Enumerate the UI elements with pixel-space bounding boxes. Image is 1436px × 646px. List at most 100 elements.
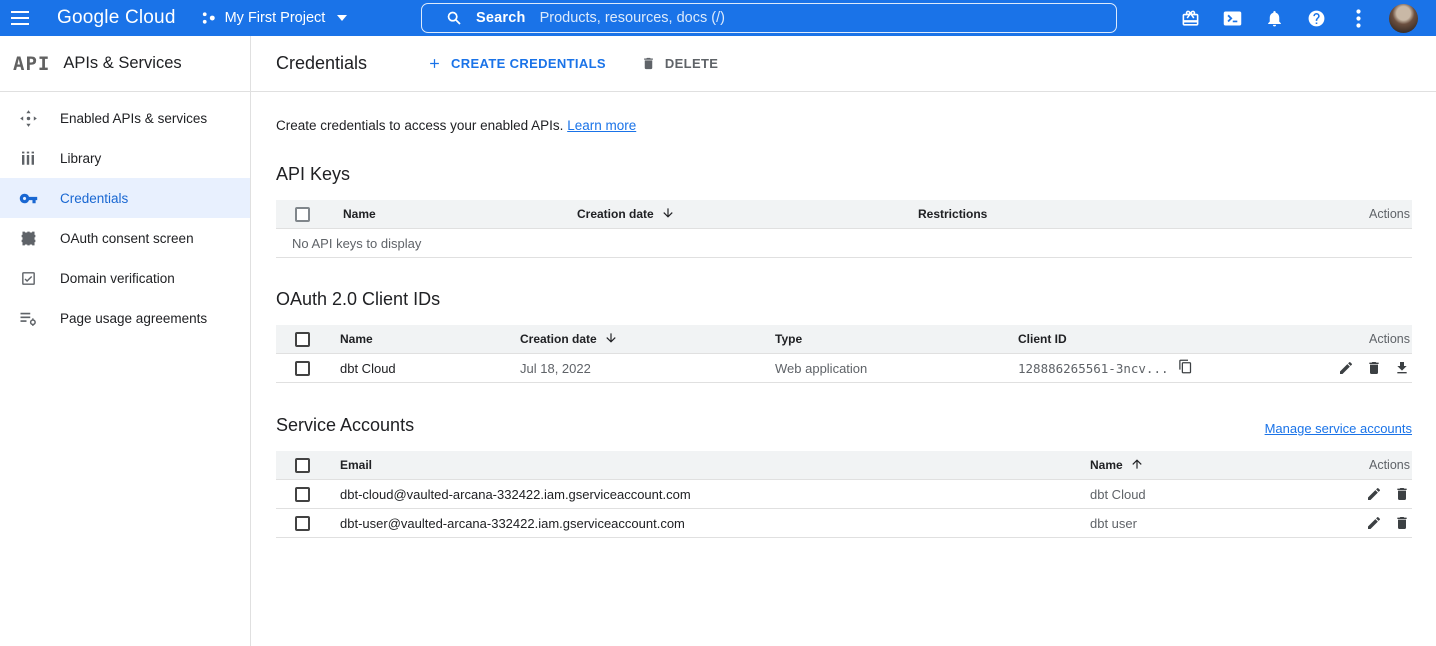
service-account-email[interactable]: dbt-user@vaulted-arcana-332422.iam.gserv… <box>340 516 1090 531</box>
delete-button[interactable]: DELETE <box>641 56 718 71</box>
main-area: Credentials CREATE CREDENTIALS DELETE Cr… <box>251 36 1436 646</box>
gift-icon[interactable] <box>1179 7 1201 29</box>
select-all-checkbox[interactable] <box>295 458 310 473</box>
column-header-actions: Actions <box>1332 207 1412 221</box>
column-header-actions: Actions <box>1320 332 1412 346</box>
create-credentials-button[interactable]: CREATE CREDENTIALS <box>427 56 606 71</box>
column-header-name[interactable]: Name <box>1090 457 1320 474</box>
logo-text: Google Cloud <box>57 7 176 28</box>
row-checkbox[interactable] <box>295 487 310 502</box>
sidebar-item-page-usage-agreements[interactable]: Page usage agreements <box>0 298 250 338</box>
column-header-name[interactable]: Name <box>343 207 577 221</box>
manage-service-accounts-link[interactable]: Manage service accounts <box>1265 421 1412 436</box>
agreements-icon <box>17 307 39 329</box>
project-selector[interactable]: My First Project <box>200 10 348 27</box>
sidebar-nav: Enabled APIs & services Library Credenti… <box>0 92 250 338</box>
intro-sentence: Create credentials to access your enable… <box>276 118 563 133</box>
oauth-consent-icon <box>17 227 39 249</box>
library-icon <box>17 147 39 169</box>
sidebar: API APIs & Services Enabled APIs & servi… <box>0 36 251 646</box>
column-header-name[interactable]: Name <box>340 332 520 346</box>
column-header-creation-date[interactable]: Creation date <box>520 331 775 348</box>
delete-icon[interactable] <box>1394 515 1410 531</box>
sidebar-item-credentials[interactable]: Credentials <box>0 178 250 218</box>
service-account-name: dbt Cloud <box>1090 487 1320 502</box>
page-title: Credentials <box>276 53 367 74</box>
oauth-clients-table: Name Creation date Type Client ID Action… <box>276 325 1412 383</box>
column-header-label: Creation date <box>520 332 597 346</box>
edit-icon[interactable] <box>1338 360 1354 376</box>
oauth-clients-section: OAuth 2.0 Client IDs Name Creation date … <box>276 289 1412 383</box>
table-row: dbt-user@vaulted-arcana-332422.iam.gserv… <box>276 509 1412 538</box>
edit-icon[interactable] <box>1366 515 1382 531</box>
column-header-label: Creation date <box>577 207 654 221</box>
oauth-client-name[interactable]: dbt Cloud <box>340 361 520 376</box>
select-all-checkbox[interactable] <box>295 332 310 347</box>
search-label: Search <box>476 10 526 26</box>
sort-asc-icon <box>1130 457 1144 474</box>
intro-text: Create credentials to access your enable… <box>276 118 1412 133</box>
service-accounts-title: Service Accounts <box>276 415 414 436</box>
service-accounts-table: Email Name Actions dbt-cloud@vaulted-arc… <box>276 451 1412 538</box>
sort-desc-icon <box>604 331 618 348</box>
row-checkbox[interactable] <box>295 361 310 376</box>
sidebar-header: API APIs & Services <box>0 36 250 92</box>
trash-icon <box>641 56 656 71</box>
help-icon[interactable] <box>1305 7 1327 29</box>
search-placeholder: Products, resources, docs (/) <box>540 10 725 26</box>
notifications-bell-icon[interactable] <box>1263 7 1285 29</box>
avatar[interactable] <box>1389 4 1418 33</box>
api-keys-table-header: Name Creation date Restrictions Actions <box>276 200 1412 229</box>
sidebar-item-oauth-consent[interactable]: OAuth consent screen <box>0 218 250 258</box>
column-header-restrictions[interactable]: Restrictions <box>918 207 1332 221</box>
page-header: Credentials CREATE CREDENTIALS DELETE <box>251 36 1436 92</box>
api-logo-icon: API <box>13 53 50 75</box>
edit-icon[interactable] <box>1366 486 1382 502</box>
column-header-type[interactable]: Type <box>775 332 1018 346</box>
delete-icon[interactable] <box>1394 486 1410 502</box>
oauth-client-creation-date: Jul 18, 2022 <box>520 361 775 376</box>
page-content: Create credentials to access your enable… <box>251 92 1436 538</box>
delete-icon[interactable] <box>1366 360 1382 376</box>
column-header-client-id[interactable]: Client ID <box>1018 332 1320 346</box>
sidebar-item-label: Library <box>60 151 101 166</box>
oauth-client-id: 128886265561-3ncv... <box>1018 359 1320 377</box>
create-credentials-label: CREATE CREDENTIALS <box>451 56 606 71</box>
column-header-actions: Actions <box>1320 458 1412 472</box>
service-accounts-section: Service Accounts Manage service accounts… <box>276 415 1412 538</box>
google-cloud-logo[interactable]: Google Cloud <box>57 7 176 29</box>
table-row: dbt Cloud Jul 18, 2022 Web application 1… <box>276 354 1412 383</box>
sidebar-item-label: Credentials <box>60 191 128 206</box>
menu-icon[interactable] <box>0 11 40 25</box>
column-header-email[interactable]: Email <box>340 458 1090 472</box>
sidebar-item-label: Domain verification <box>60 271 175 286</box>
sidebar-item-library[interactable]: Library <box>0 138 250 178</box>
service-account-email[interactable]: dbt-cloud@vaulted-arcana-332422.iam.gser… <box>340 487 1090 502</box>
select-all-checkbox[interactable] <box>295 207 310 222</box>
sidebar-item-enabled-apis[interactable]: Enabled APIs & services <box>0 98 250 138</box>
api-keys-section: API Keys Name Creation date Restrictions… <box>276 164 1412 258</box>
top-app-bar: Google Cloud My First Project Search Pro… <box>0 0 1436 36</box>
oauth-clients-title: OAuth 2.0 Client IDs <box>276 289 1412 310</box>
search-input[interactable]: Search Products, resources, docs (/) <box>421 3 1117 33</box>
chevron-down-icon <box>337 15 347 21</box>
service-accounts-table-header: Email Name Actions <box>276 451 1412 480</box>
more-vert-icon[interactable] <box>1347 7 1369 29</box>
row-checkbox[interactable] <box>295 516 310 531</box>
column-header-creation-date[interactable]: Creation date <box>577 206 918 223</box>
plus-icon <box>427 56 442 71</box>
search-icon <box>446 10 462 26</box>
sidebar-title: APIs & Services <box>63 54 181 73</box>
api-keys-title: API Keys <box>276 164 1412 185</box>
delete-label: DELETE <box>665 56 718 71</box>
sidebar-item-label: OAuth consent screen <box>60 231 194 246</box>
row-actions <box>1320 515 1412 531</box>
download-icon[interactable] <box>1394 360 1410 376</box>
cloud-shell-icon[interactable] <box>1221 7 1243 29</box>
api-keys-table: Name Creation date Restrictions Actions … <box>276 200 1412 258</box>
table-row: dbt-cloud@vaulted-arcana-332422.iam.gser… <box>276 480 1412 509</box>
copy-icon[interactable] <box>1178 359 1193 377</box>
sidebar-item-domain-verification[interactable]: Domain verification <box>0 258 250 298</box>
learn-more-link[interactable]: Learn more <box>567 118 636 133</box>
sort-desc-icon <box>661 206 675 223</box>
